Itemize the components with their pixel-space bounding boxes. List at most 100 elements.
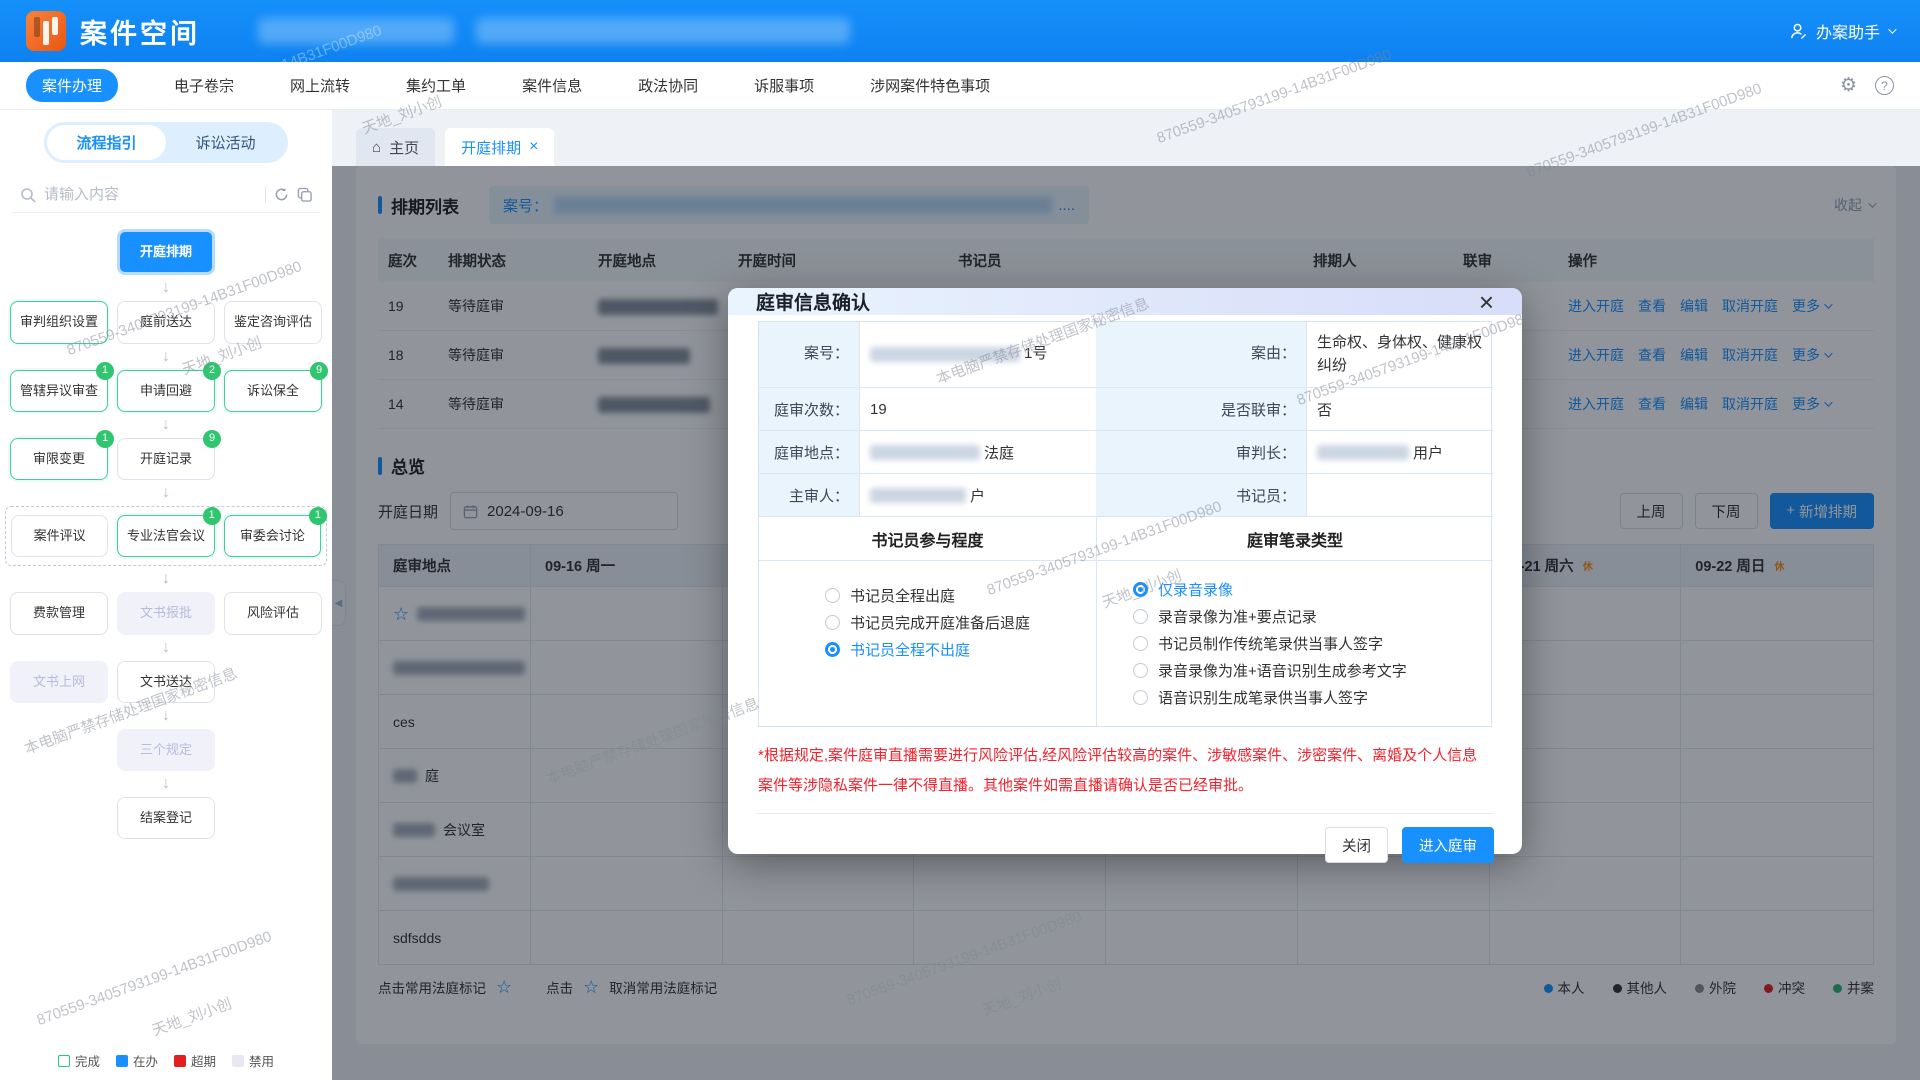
flow-node-preservation[interactable]: 诉讼保全9 (224, 370, 322, 412)
toggle-litigation-activity[interactable]: 诉讼活动 (166, 125, 285, 160)
flow-node-jurisdiction-objection[interactable]: 管辖异议审查1 (10, 370, 108, 412)
flow-node-three-rules: 三个规定 (117, 729, 215, 771)
tab-home[interactable]: ⌂主页 (356, 128, 435, 166)
field-label: 案号： (759, 322, 859, 388)
close-tab-icon[interactable]: × (529, 138, 538, 156)
radio-option[interactable]: 录音录像为准+要点记录 (1133, 606, 1493, 627)
radio-option-selected[interactable]: 书记员全程不出庭 (825, 639, 1096, 660)
radio-icon (1133, 636, 1148, 651)
arrow-down-icon: ↓ (114, 275, 218, 301)
flow-node-risk-assessment[interactable]: 风险评估 (224, 592, 322, 634)
record-type-header: 庭审笔录类型 (1096, 517, 1493, 561)
chief-judge-value: 户 (859, 474, 1096, 517)
redacted-header-text (258, 18, 454, 44)
refresh-icon[interactable] (274, 187, 289, 202)
redacted-text (870, 445, 980, 460)
redacted-text (1317, 445, 1409, 460)
radio-option[interactable]: 语音识别生成笔录供当事人签字 (1133, 687, 1493, 708)
assistant-label: 办案助手 (1816, 19, 1880, 43)
flow-node-committee-discussion[interactable]: 审委会讨论1 (224, 515, 321, 557)
user-icon (1789, 22, 1808, 41)
count-badge: 2 (203, 362, 221, 380)
hearing-info-table: 案号： 1号 案由： 生命权、身体权、健康权纠纷 庭审次数： 19 是否联审： … (758, 321, 1492, 727)
field-label: 庭审地点： (759, 431, 859, 474)
app-logo (26, 11, 66, 51)
radio-option[interactable]: 书记员完成开庭准备后退庭 (825, 612, 1096, 633)
live-broadcast-warning: *根据规定,案件庭审直播需要进行风险评估,经风险评估较高的案件、涉敏感案件、涉密… (758, 741, 1492, 801)
flow-node-document-approval: 文书报批 (117, 592, 215, 634)
process-flowchart: 开庭排期 ↓ 审判组织设置 庭前送达 鉴定咨询评估 ↓ 管辖异议审查1 申请回避… (0, 213, 332, 839)
nav-item-internet-cases[interactable]: 涉网案件特色事项 (870, 75, 990, 96)
radio-icon (825, 615, 840, 630)
flow-node-hearing-record[interactable]: 开庭记录9 (117, 438, 215, 480)
cause-value: 生命权、身体权、健康权纠纷 (1306, 322, 1493, 388)
app-root: 案件空间 办案助手 案件办理 电子卷宗 网上流转 集约工单 案件信息 政法协同 … (0, 0, 1920, 1080)
count-badge: 1 (96, 362, 114, 380)
close-button[interactable]: 关闭 (1325, 827, 1388, 863)
nav-item-e-dossier[interactable]: 电子卷宗 (174, 75, 234, 96)
arrow-down-icon: ↓ (114, 771, 218, 797)
count-badge: 9 (310, 362, 328, 380)
radio-icon (1133, 663, 1148, 678)
tab-court-scheduling[interactable]: 开庭排期× (445, 128, 554, 166)
dialog-footer: 关闭 进入庭审 (756, 813, 1494, 863)
count-badge: 1 (309, 507, 327, 525)
flow-node-judge-meeting[interactable]: 专业法官会议1 (117, 515, 214, 557)
arrow-down-icon: ↓ (114, 344, 218, 370)
arrow-down-icon: ↓ (114, 566, 218, 592)
settings-icon[interactable]: ⚙ (1840, 74, 1857, 97)
nav-item-work-orders[interactable]: 集约工单 (406, 75, 466, 96)
flow-node-pretrial-delivery[interactable]: 庭前送达 (117, 301, 215, 343)
enter-hearing-button[interactable]: 进入庭审 (1402, 827, 1494, 863)
radio-option[interactable]: 录音录像为准+语音识别生成参考文字 (1133, 660, 1493, 681)
field-label: 是否联审： (1096, 388, 1306, 431)
nav-item-service-matters[interactable]: 诉服事项 (754, 75, 814, 96)
field-label: 审判长： (1096, 431, 1306, 474)
record-type-options: 仅录音录像 录音录像为准+要点记录 书记员制作传统笔录供当事人签字 录音录像为准… (1096, 561, 1493, 726)
dialog-title: 庭审信息确认 (756, 288, 870, 315)
flow-node-appraisal[interactable]: 鉴定咨询评估 (224, 301, 322, 343)
search-input[interactable] (44, 186, 257, 203)
flow-node-time-limit-change[interactable]: 审限变更1 (10, 438, 108, 480)
nav-item-case-info[interactable]: 案件信息 (522, 75, 582, 96)
arrow-down-icon: ↓ (114, 635, 218, 661)
flow-node-recusal[interactable]: 申请回避2 (117, 370, 215, 412)
count-badge: 9 (203, 430, 221, 448)
joint-trial-value: 否 (1306, 388, 1493, 431)
flow-node-case-review[interactable]: 案件评议 (11, 515, 108, 557)
flow-node-case-closing[interactable]: 结案登记 (117, 797, 215, 839)
layers-icon[interactable] (297, 187, 312, 202)
clerk-participation-options: 书记员全程出庭 书记员完成开庭准备后退庭 书记员全程不出庭 (759, 561, 1096, 726)
tab-strip: ⌂主页 开庭排期× (332, 110, 1920, 166)
main-nav: 案件办理 电子卷宗 网上流转 集约工单 案件信息 政法协同 诉服事项 涉网案件特… (0, 62, 1920, 110)
search-icon (20, 187, 36, 203)
nav-item-online-flow[interactable]: 网上流转 (290, 75, 350, 96)
radio-option[interactable]: 书记员制作传统笔录供当事人签字 (1133, 633, 1493, 654)
sidebar: 流程指引 诉讼活动 开庭排期 ↓ 审判组织设置 庭前送达 鉴定咨询评估 ↓ (0, 110, 332, 1080)
flow-node-fee-management[interactable]: 费款管理 (10, 592, 108, 634)
toggle-process-guide[interactable]: 流程指引 (47, 125, 166, 160)
flow-node-court-scheduling[interactable]: 开庭排期 (117, 229, 215, 275)
flow-node-document-publish: 文书上网 (10, 661, 108, 703)
count-badge: 1 (203, 507, 221, 525)
flow-node-document-delivery[interactable]: 文书送达 (117, 661, 215, 703)
radio-option[interactable]: 书记员全程出庭 (825, 585, 1096, 606)
field-label: 案由： (1096, 322, 1306, 388)
count-badge: 1 (96, 430, 114, 448)
redacted-header-text (476, 18, 850, 44)
radio-icon (825, 642, 840, 657)
field-label: 主审人： (759, 474, 859, 517)
redacted-text (870, 488, 966, 503)
radio-icon (1133, 609, 1148, 624)
nav-item-case-handling[interactable]: 案件办理 (26, 69, 118, 102)
clerk-value (1306, 474, 1493, 517)
hearing-confirm-dialog: 庭审信息确认 × 案号： 1号 案由： 生命权、身体权、健康权纠纷 庭审次数： … (728, 288, 1522, 854)
radio-icon (825, 588, 840, 603)
chevron-down-icon (1888, 25, 1896, 33)
radio-option-selected[interactable]: 仅录音录像 (1133, 579, 1493, 600)
assistant-menu[interactable]: 办案助手 (1789, 19, 1894, 43)
flow-node-trial-org[interactable]: 审判组织设置 (10, 301, 108, 343)
nav-item-legal-coordination[interactable]: 政法协同 (638, 75, 698, 96)
close-icon[interactable]: × (1479, 289, 1494, 315)
help-icon[interactable]: ? (1875, 76, 1894, 95)
